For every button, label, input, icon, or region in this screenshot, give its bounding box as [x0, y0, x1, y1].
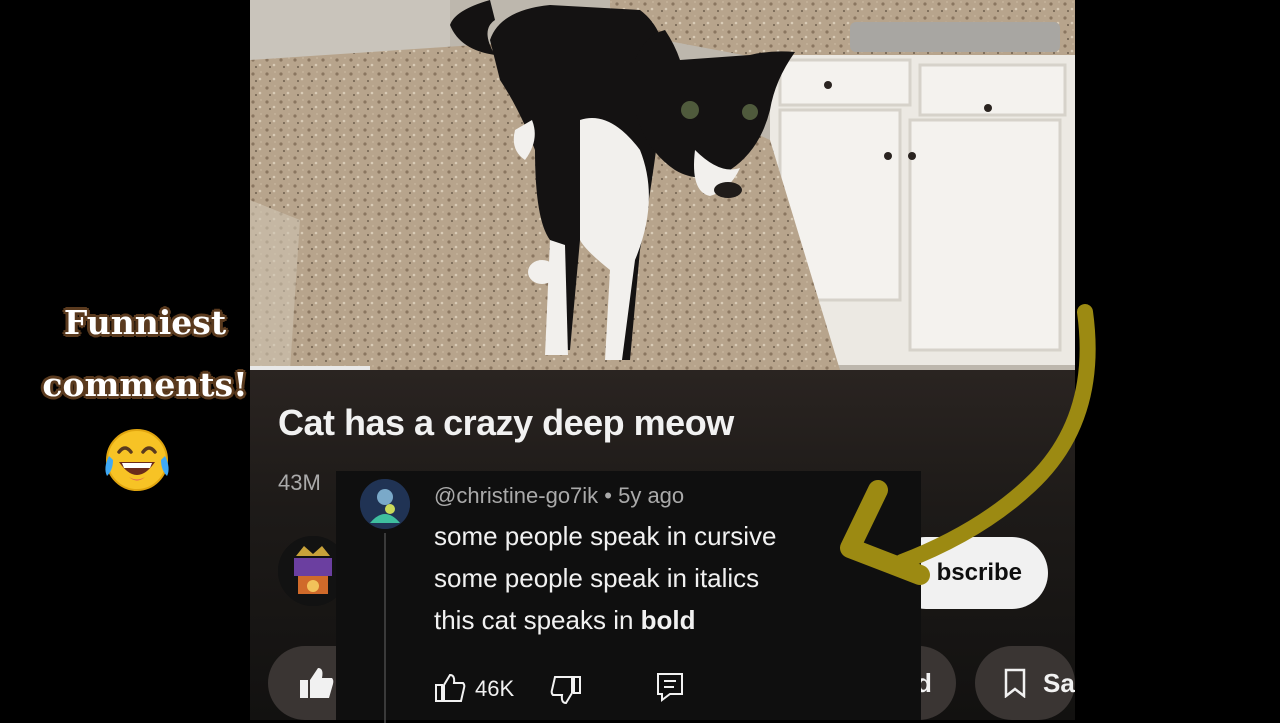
- laughing-emoji-icon: [105, 429, 169, 491]
- comment-bold-word: bold: [640, 605, 696, 635]
- bookmark-icon: [1004, 668, 1026, 698]
- thumbs-up-icon: [300, 668, 334, 698]
- pointer-arrow-icon: [840, 304, 1096, 585]
- caption-line-2: comments!: [42, 365, 248, 404]
- comment-line-1: some people speak in cursive: [434, 521, 777, 551]
- comment-like-count: 46K: [475, 676, 515, 701]
- comment-meta[interactable]: @christine-go7ik • 5y ago: [434, 483, 684, 509]
- view-count: 43M: [278, 470, 321, 495]
- avatar-image: [360, 479, 410, 529]
- video-title: Cat has a crazy deep meow: [278, 402, 734, 443]
- comment-line-3-text: this cat speaks in: [434, 605, 641, 635]
- comment-line-3: this cat speaks in bold: [434, 605, 696, 636]
- save-label: Sa: [1043, 668, 1075, 698]
- comment-thread-line: [384, 533, 386, 723]
- commenter-avatar[interactable]: [360, 479, 410, 529]
- comment-reply-icon[interactable]: [656, 672, 684, 702]
- overlay-caption: Funniest comments!: [10, 292, 280, 498]
- comment-like-icon[interactable]: [434, 673, 466, 703]
- caption-line-1: Funniest: [63, 303, 227, 342]
- comment-dislike-icon[interactable]: [550, 675, 582, 705]
- comment-line-2: some people speak in italics: [434, 563, 760, 593]
